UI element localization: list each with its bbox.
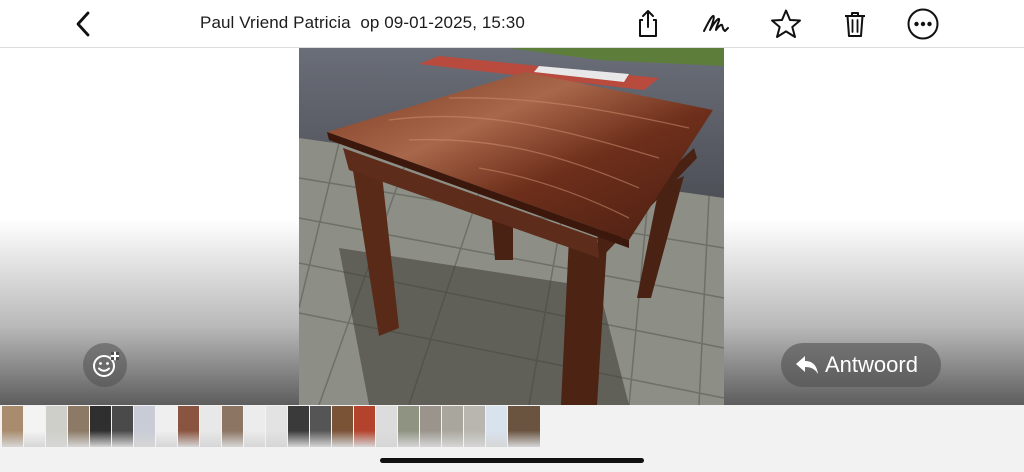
add-reaction-icon bbox=[93, 351, 119, 377]
thumbnail-item[interactable] bbox=[288, 406, 309, 447]
thumbnail-item[interactable] bbox=[90, 406, 111, 447]
markup-button[interactable] bbox=[698, 6, 734, 42]
home-indicator bbox=[380, 458, 644, 463]
markup-icon bbox=[703, 14, 729, 32]
star-icon bbox=[771, 9, 801, 38]
thumbnail-item[interactable] bbox=[178, 406, 199, 447]
thumbnail-item[interactable] bbox=[222, 406, 243, 447]
add-reaction-button[interactable] bbox=[83, 343, 127, 387]
thumbnail-item[interactable] bbox=[332, 406, 353, 447]
share-button[interactable] bbox=[630, 6, 666, 42]
favorite-button[interactable] bbox=[768, 6, 804, 42]
reply-arrow-icon bbox=[796, 356, 818, 374]
thumbnail-strip bbox=[0, 405, 1024, 448]
thumbnail-item[interactable] bbox=[420, 406, 441, 447]
share-icon bbox=[639, 10, 657, 37]
thumbnail-item[interactable] bbox=[244, 406, 265, 447]
thumbnail-item[interactable] bbox=[46, 406, 67, 447]
thumbnail-item[interactable] bbox=[310, 406, 331, 447]
thumbnail-item[interactable] bbox=[508, 406, 540, 447]
thumbnail-item[interactable] bbox=[134, 406, 155, 447]
thumbnail-item[interactable] bbox=[24, 406, 45, 447]
thumbnail-item[interactable] bbox=[442, 406, 463, 447]
thumbnail-item[interactable] bbox=[376, 406, 397, 447]
thumbnail-item[interactable] bbox=[156, 406, 177, 447]
trash-icon bbox=[845, 12, 865, 37]
header-bar: Paul Vriend Patricia op 09-01-2025, 15:3… bbox=[0, 0, 1024, 48]
reply-label: Antwoord bbox=[825, 352, 918, 377]
thumbnail-item[interactable] bbox=[68, 406, 89, 447]
thumbnail-item[interactable] bbox=[486, 406, 507, 447]
chevron-left-icon bbox=[76, 11, 90, 37]
thumbnail-item[interactable] bbox=[398, 406, 419, 447]
delete-button[interactable] bbox=[837, 6, 873, 42]
thumbnail-item[interactable] bbox=[112, 406, 133, 447]
thumbnail-item[interactable] bbox=[266, 406, 287, 447]
more-icon bbox=[907, 8, 939, 40]
wooden-table-photo[interactable] bbox=[299, 48, 724, 405]
back-button[interactable] bbox=[68, 8, 98, 40]
page-title: Paul Vriend Patricia op 09-01-2025, 15:3… bbox=[200, 13, 525, 32]
thumbnail-item[interactable] bbox=[2, 406, 23, 447]
thumbnail-item[interactable] bbox=[464, 406, 485, 447]
thumbnail-item[interactable] bbox=[354, 406, 375, 447]
photo-viewer: Antwoord bbox=[0, 48, 1024, 405]
more-button[interactable] bbox=[905, 6, 941, 42]
reply-button[interactable]: Antwoord bbox=[781, 343, 941, 387]
thumbnail-item[interactable] bbox=[200, 406, 221, 447]
